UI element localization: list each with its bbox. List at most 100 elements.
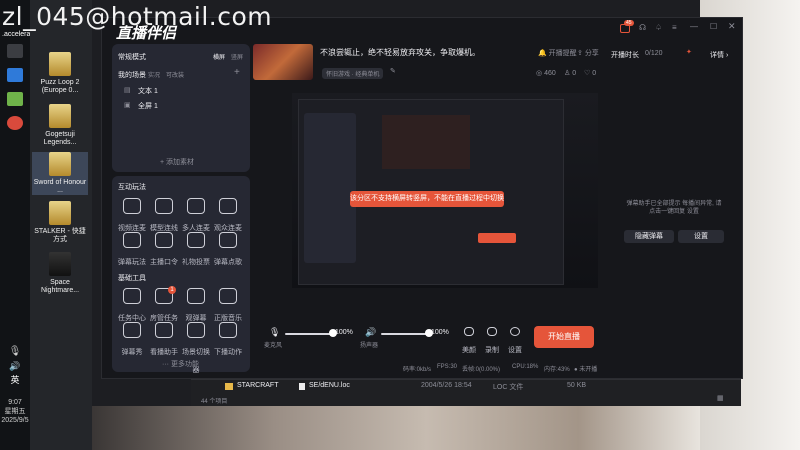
maximize-icon[interactable]: ☐ <box>710 22 717 31</box>
stream-title[interactable]: 不浪尝辄止，绝不轻易放弃攻关，争取爆机。 <box>320 47 480 58</box>
mic-icon <box>123 198 141 214</box>
desktop-icon-label: STALKER - 快捷方式 <box>34 228 86 243</box>
record-button[interactable]: 录制 <box>481 327 503 357</box>
stream-cover[interactable] <box>253 44 313 80</box>
settings-button[interactable]: 设置 <box>504 327 526 357</box>
tab-landscape[interactable]: 横屏 <box>213 52 225 61</box>
user-add-icon <box>219 198 237 214</box>
nested-start-button <box>478 233 516 243</box>
chat-icon <box>155 232 173 248</box>
add-scene-icon[interactable]: + <box>234 67 240 78</box>
desktop-icon[interactable]: STALKER - 快捷方式 <box>32 201 88 244</box>
volume-tray-icon[interactable]: 🔊 <box>0 362 30 371</box>
category-tag[interactable]: 怀旧游戏 · 经典单机 <box>322 68 384 79</box>
anchor-code-button[interactable]: 主播口令 <box>148 232 180 269</box>
users-icon <box>187 198 205 214</box>
music-button[interactable]: 正版音乐 <box>212 288 244 325</box>
source-item-fullscreen[interactable]: 全屏 1 <box>138 101 158 111</box>
view-danmaku-button[interactable]: 观弹幕 <box>180 288 212 325</box>
headset-icon[interactable]: ☊ <box>639 23 646 32</box>
task-center-button[interactable]: 任务中心 <box>116 288 148 325</box>
folder-name[interactable]: STARCRAFT <box>237 382 278 389</box>
video-link-button[interactable]: 视频连麦 <box>116 198 148 235</box>
lang-indicator[interactable]: 英 <box>0 376 30 385</box>
desktop-icon[interactable]: Puzz Loop 2 (Europe 0... <box>32 52 88 95</box>
desktop-icon[interactable]: Gogetsuji Legends... <box>32 104 88 147</box>
source-item-text[interactable]: 文本 1 <box>138 86 158 96</box>
notify-reminder-button[interactable]: 🔔 开播提醒 <box>538 48 577 58</box>
danmaku-game-button[interactable]: 弹幕玩法 <box>116 232 148 269</box>
more-features-link[interactable]: ··· 更多功能 <box>162 359 199 369</box>
pin-icon[interactable] <box>7 44 23 58</box>
file-explorer: STARCRAFT SE/dENU.loc 2004/5/26 18:54 LO… <box>191 379 741 406</box>
model-link-button[interactable]: 模型连线 <box>148 198 180 235</box>
gift-count-value: 0 <box>592 70 597 77</box>
desktop-icon-label: Gogetsuji Legends... <box>43 131 77 146</box>
interact-title: 互动玩法 <box>118 184 146 191</box>
tool-label: 正版音乐 <box>214 315 242 322</box>
gamepad-icon <box>123 232 141 248</box>
tool-label: 下播动作 <box>214 349 242 356</box>
tool-label: 弹幕秀 <box>121 349 143 356</box>
tab-my-scenes[interactable]: 我的场景 <box>118 70 146 80</box>
multi-link-button[interactable]: 多人连麦 <box>180 198 212 235</box>
mode-selector[interactable]: 常规模式 <box>118 52 146 62</box>
room-task-button[interactable]: 房管任务 1 <box>148 286 180 325</box>
speaker-volume-slider[interactable] <box>381 333 429 335</box>
app-icon-2[interactable] <box>7 92 23 106</box>
shirt-icon[interactable]: ♤ <box>655 23 662 32</box>
danmaku-show-button[interactable]: 弹幕秀 <box>116 322 148 359</box>
app-icon-1[interactable] <box>7 68 23 82</box>
tool-label: 弹幕点歌 <box>214 259 242 266</box>
mic-volume-slider[interactable] <box>285 333 333 335</box>
app-icon-3[interactable] <box>7 116 23 130</box>
desktop-icon[interactable]: Space Nightmare... <box>32 252 88 295</box>
audience-link-button[interactable]: 观众连麦 <box>212 198 244 235</box>
share-button[interactable]: ⇪ 分享 <box>577 48 599 58</box>
tool-label: 房管任务 <box>150 315 178 322</box>
desktop-icon[interactable]: Sword of Honour ... <box>32 152 88 195</box>
tab-portrait[interactable]: 竖屏 <box>231 52 243 61</box>
scene-panel: 常规模式 横屏 竖屏 我的场景 实况 可改装 + ▤ 文本 1 ▣ 全屏 1 +… <box>112 44 250 172</box>
message-badge: 45 <box>624 20 634 26</box>
record-label: 录制 <box>485 347 499 354</box>
detail-button[interactable]: 详情 › <box>710 50 728 60</box>
watch-assistant-button[interactable]: 看播助手 <box>148 322 180 359</box>
mic-label: 麦克风 <box>264 343 283 349</box>
file-date: 2004/5/26 18:54 <box>421 382 472 389</box>
mic-tray-icon[interactable]: 🎙 <box>0 347 30 357</box>
speaker-label: 扬声器 <box>360 343 379 349</box>
mic-icon[interactable]: 🎙 <box>269 327 280 338</box>
start-live-button[interactable]: 开始直播 <box>534 326 594 348</box>
tab-modifiable[interactable]: 可改装 <box>166 70 184 79</box>
like-count-value: 0 <box>572 70 577 77</box>
desktop-icon-label: Sword of Honour ... <box>33 179 87 194</box>
screen-source-icon: ▣ <box>124 102 131 109</box>
end-action-button[interactable]: 下播动作 <box>212 322 244 359</box>
gift-count: ♡ 0 <box>584 70 597 77</box>
beauty-button[interactable]: 美颜 <box>458 327 480 357</box>
status-fps: FPS:30 <box>437 364 458 370</box>
close-icon[interactable]: ✕ <box>728 21 736 32</box>
like-count: ♙ 0 <box>564 70 577 77</box>
file-type: LOC 文件 <box>493 384 524 391</box>
tool-label: 观弹幕 <box>185 315 207 322</box>
tool-label: 任务中心 <box>118 315 146 322</box>
stream-preview[interactable]: 该分区不支持横屏转竖屏，不能在直播过程中切换 <box>292 93 598 288</box>
add-source-button[interactable]: + 添加素材 <box>160 157 194 167</box>
minimize-icon[interactable]: — <box>690 22 698 31</box>
tab-live[interactable]: 实况 <box>148 70 160 79</box>
tool-label: 主播口令 <box>150 259 178 266</box>
hide-danmaku-button[interactable]: 隐藏弹幕 <box>624 230 674 243</box>
view-toggle-icon[interactable]: ▦ <box>717 394 724 402</box>
desktop-icon-label: Space Nightmare... <box>40 279 80 294</box>
speaker-icon[interactable]: 🔊 <box>365 327 376 338</box>
file-icon <box>299 383 305 390</box>
song-request-button[interactable]: 弹幕点歌 <box>212 232 244 269</box>
danmaku-settings-button[interactable]: 设置 <box>678 230 724 243</box>
camera-icon <box>487 327 497 336</box>
edit-icon[interactable]: ✎ <box>390 67 396 75</box>
gift-vote-button[interactable]: 礼物投票 <box>180 232 212 269</box>
menu-icon[interactable]: ≡ <box>672 23 677 32</box>
file-name[interactable]: SE/dENU.loc <box>309 382 350 389</box>
